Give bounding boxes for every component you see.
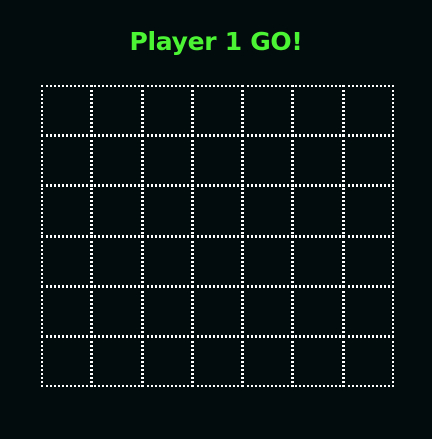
board-cell[interactable] bbox=[292, 135, 344, 187]
board-cell[interactable] bbox=[242, 85, 294, 137]
board-cell[interactable] bbox=[141, 335, 193, 387]
board-cell[interactable] bbox=[91, 235, 143, 287]
board-cell[interactable] bbox=[41, 85, 93, 137]
board-cell[interactable] bbox=[292, 85, 344, 137]
board-cell[interactable] bbox=[292, 185, 344, 237]
board-cell[interactable] bbox=[41, 335, 93, 387]
board-cell[interactable] bbox=[141, 235, 193, 287]
board-cell[interactable] bbox=[191, 235, 244, 287]
board-cell[interactable] bbox=[242, 135, 294, 187]
board-cell[interactable] bbox=[141, 135, 193, 187]
board-cell[interactable] bbox=[292, 335, 344, 387]
board-cell[interactable] bbox=[191, 285, 244, 337]
board-cell[interactable] bbox=[242, 235, 294, 287]
board-cell[interactable] bbox=[342, 235, 394, 287]
board-cell[interactable] bbox=[141, 185, 193, 237]
board-cell[interactable] bbox=[191, 185, 244, 237]
board-cell[interactable] bbox=[41, 135, 93, 187]
board-cell[interactable] bbox=[41, 185, 93, 237]
board-cell[interactable] bbox=[342, 85, 394, 137]
board-cell[interactable] bbox=[141, 85, 193, 137]
board-cell[interactable] bbox=[141, 285, 193, 337]
board-cell[interactable] bbox=[41, 235, 93, 287]
turn-status-title: Player 1 GO! bbox=[129, 27, 303, 56]
board-cell[interactable] bbox=[242, 285, 294, 337]
board-cell[interactable] bbox=[91, 135, 143, 187]
board-cell[interactable] bbox=[242, 335, 294, 387]
board-cell[interactable] bbox=[342, 185, 394, 237]
board-cell[interactable] bbox=[91, 285, 143, 337]
board-cell[interactable] bbox=[342, 135, 394, 187]
board-cell[interactable] bbox=[91, 185, 143, 237]
board-cell[interactable] bbox=[242, 185, 294, 237]
board-cell[interactable] bbox=[342, 285, 394, 337]
game-board bbox=[41, 85, 394, 387]
board-cell[interactable] bbox=[41, 285, 93, 337]
board-cell[interactable] bbox=[91, 335, 143, 387]
board-cell[interactable] bbox=[191, 85, 244, 137]
board-cell[interactable] bbox=[191, 135, 244, 187]
board-cell[interactable] bbox=[292, 235, 344, 287]
board-cell[interactable] bbox=[292, 285, 344, 337]
board-cell[interactable] bbox=[191, 335, 244, 387]
board-cell[interactable] bbox=[91, 85, 143, 137]
board-cell[interactable] bbox=[342, 335, 394, 387]
